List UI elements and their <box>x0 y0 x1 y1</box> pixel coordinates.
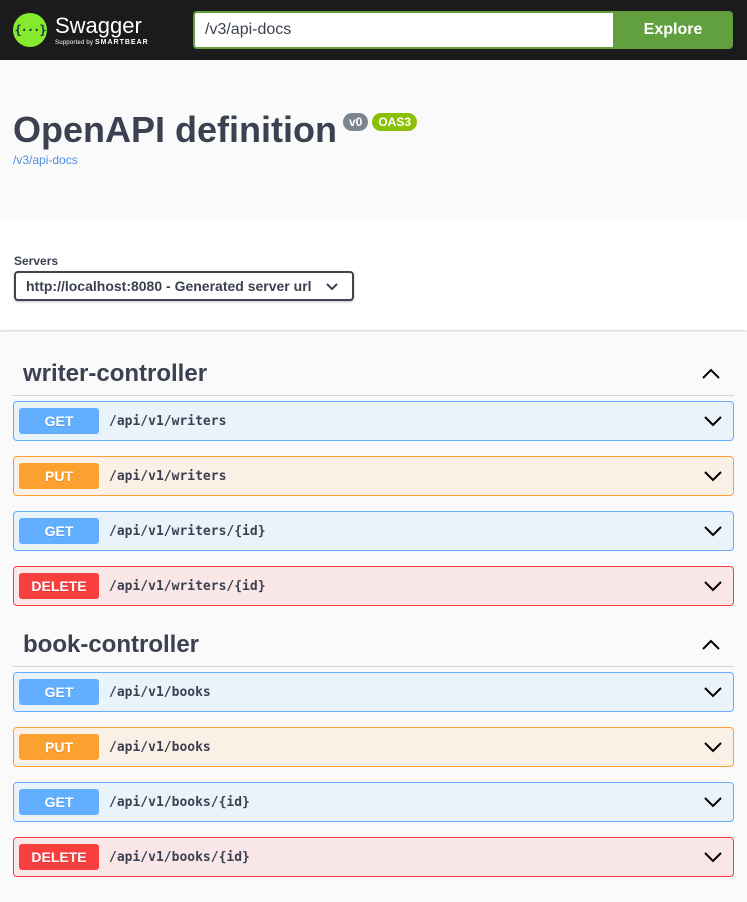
logo-sub-brand: SMARTBEAR <box>94 38 149 46</box>
operation-path: /api/v1/books <box>109 684 211 700</box>
method-badge: GET <box>19 679 99 705</box>
operation-path: /api/v1/books/{id} <box>109 794 250 810</box>
server-select[interactable]: http://localhost:8080 - Generated server… <box>14 271 354 301</box>
chevron-up-icon[interactable] <box>698 632 724 658</box>
version-badge: v0 <box>342 113 369 131</box>
chevron-down-icon[interactable] <box>701 735 725 759</box>
chevron-down-icon[interactable] <box>701 845 725 869</box>
operation-row[interactable]: GET /api/v1/books <box>13 672 734 712</box>
title-row: OpenAPI definition v0 OAS3 <box>13 110 734 150</box>
chevron-down-icon[interactable] <box>701 519 725 543</box>
url-search-bar: Explore <box>193 11 733 49</box>
chevron-down-icon[interactable] <box>701 574 725 598</box>
operation-row[interactable]: DELETE /api/v1/writers/{id} <box>13 566 734 606</box>
tag-header[interactable]: writer-controller <box>13 352 734 396</box>
api-docs-link[interactable]: /v3/api-docs <box>13 153 734 167</box>
chevron-down-icon[interactable] <box>701 680 725 704</box>
server-select-value: http://localhost:8080 - Generated server… <box>26 278 312 294</box>
tag-title: writer-controller <box>23 359 208 387</box>
operation-row[interactable]: PUT /api/v1/writers <box>13 456 734 496</box>
page-title: OpenAPI definition <box>13 109 337 150</box>
topbar: {···} Swagger Supported by SMARTBEAR Exp… <box>0 0 747 60</box>
operation-row[interactable]: GET /api/v1/books/{id} <box>13 782 734 822</box>
operation-path: /api/v1/writers <box>109 413 227 429</box>
operation-path: /api/v1/writers/{id} <box>109 578 266 594</box>
chevron-down-icon[interactable] <box>701 464 725 488</box>
operation-path: /api/v1/books/{id} <box>109 849 250 865</box>
method-badge: DELETE <box>19 844 99 870</box>
url-input[interactable] <box>193 11 613 49</box>
tags-container: writer-controller GET /api/v1/writers PU… <box>0 330 747 877</box>
tag-title: book-controller <box>23 630 200 658</box>
chevron-down-icon <box>325 278 338 294</box>
tag-header[interactable]: book-controller <box>13 623 734 667</box>
chevron-down-icon[interactable] <box>701 790 725 814</box>
servers-section: Servers http://localhost:8080 - Generate… <box>0 220 747 330</box>
logo-subtitle: Supported by SMARTBEAR <box>55 39 149 46</box>
operation-row[interactable]: GET /api/v1/writers/{id} <box>13 511 734 551</box>
operation-row[interactable]: PUT /api/v1/books <box>13 727 734 767</box>
swagger-logo-icon: {···} <box>13 13 47 47</box>
explore-button[interactable]: Explore <box>613 11 733 49</box>
logo-sub-prefix: Supported by <box>55 39 94 46</box>
method-badge: PUT <box>19 463 99 489</box>
chevron-up-icon[interactable] <box>698 361 724 387</box>
method-badge: GET <box>19 518 99 544</box>
logo-name: Swagger <box>55 12 142 38</box>
method-badge: GET <box>19 789 99 815</box>
chevron-down-icon[interactable] <box>701 409 725 433</box>
tag-section-book-controller: book-controller GET /api/v1/books PUT /a… <box>13 621 734 877</box>
tag-section-writer-controller: writer-controller GET /api/v1/writers PU… <box>13 330 734 606</box>
logo-text: Swagger Supported by SMARTBEAR <box>55 12 149 46</box>
info-section: OpenAPI definition v0 OAS3 /v3/api-docs <box>0 60 747 220</box>
oas-badge: OAS3 <box>372 113 418 131</box>
operation-row[interactable]: DELETE /api/v1/books/{id} <box>13 837 734 877</box>
operation-path: /api/v1/writers <box>109 468 227 484</box>
method-badge: GET <box>19 408 99 434</box>
servers-label: Servers <box>14 254 59 268</box>
method-badge: PUT <box>19 734 99 760</box>
operation-path: /api/v1/books <box>109 739 211 755</box>
operation-row[interactable]: GET /api/v1/writers <box>13 401 734 441</box>
method-badge: DELETE <box>19 573 99 599</box>
swagger-logo[interactable]: {···} Swagger Supported by SMARTBEAR <box>13 13 193 47</box>
operation-path: /api/v1/writers/{id} <box>109 523 266 539</box>
